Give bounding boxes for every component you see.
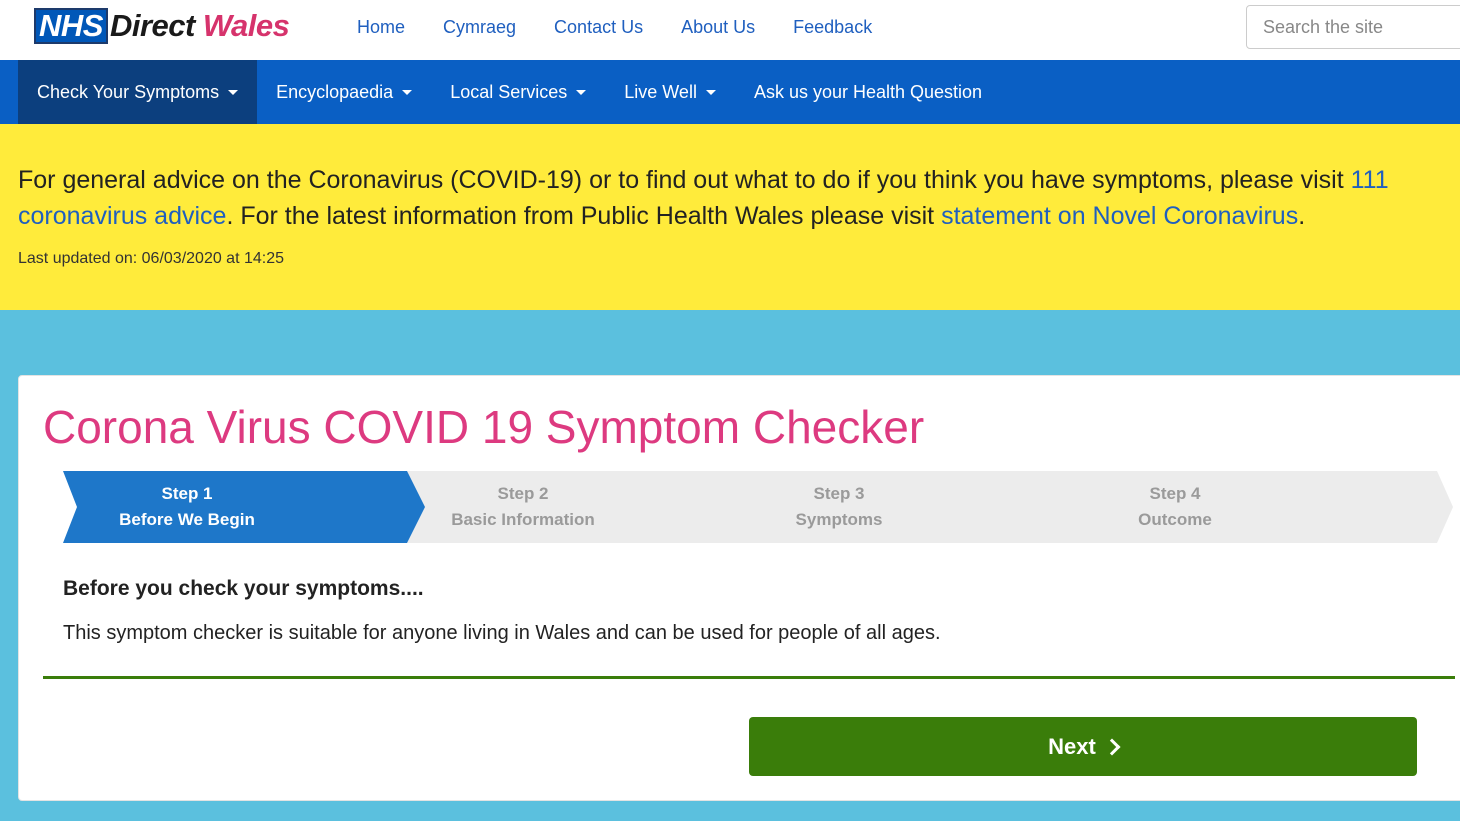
intro-text: This symptom checker is suitable for any… <box>63 622 941 644</box>
home-link[interactable]: Home <box>357 17 405 38</box>
step-name: Symptoms <box>795 510 883 529</box>
about-us-link[interactable]: About Us <box>681 17 755 38</box>
feedback-link[interactable]: Feedback <box>793 17 872 38</box>
step-name: Basic Information <box>451 510 595 529</box>
next-label: Next <box>1048 733 1096 759</box>
step-1: Step 1 Before We Begin <box>87 481 287 533</box>
step-number: Step 4 <box>1149 484 1201 503</box>
contact-us-link[interactable]: Contact Us <box>554 17 643 38</box>
nav-label: Ask us your Health Question <box>753 81 983 102</box>
alert-text-after: . <box>1298 202 1306 230</box>
nav-label: Live Well <box>624 81 697 102</box>
step-number: Step 3 <box>813 484 865 503</box>
novel-coronavirus-statement-link[interactable]: statement on Novel Coronavirus <box>941 202 1298 230</box>
nhs-direct-wales-logo[interactable]: NHS Direct Wales <box>34 8 290 44</box>
next-button[interactable]: Next <box>749 717 1417 776</box>
divider <box>43 676 1455 679</box>
nav-label: Local Services <box>450 81 568 102</box>
main-nav: Check Your Symptoms Encyclopaedia Local … <box>0 60 1460 124</box>
caret-down-icon <box>576 89 587 95</box>
alert-text-middle: . For the latest information from Public… <box>226 202 942 230</box>
nav-encyclopaedia[interactable]: Encyclopaedia <box>257 60 431 124</box>
nav-live-well[interactable]: Live Well <box>605 60 735 124</box>
chevron-right-icon <box>1103 738 1121 755</box>
alert-message: For general advice on the Coronavirus (C… <box>18 162 1442 234</box>
step-2: Step 2 Basic Information <box>423 481 623 533</box>
logo-direct: Direct <box>109 8 195 43</box>
top-links: Home Cymraeg Contact Us About Us Feedbac… <box>357 17 910 38</box>
nav-check-your-symptoms[interactable]: Check Your Symptoms <box>18 60 258 124</box>
cymraeg-link[interactable]: Cymraeg <box>443 17 516 38</box>
nav-label: Check Your Symptoms <box>37 81 220 102</box>
site-header: NHS Direct Wales Home Cymraeg Contact Us… <box>0 0 1460 60</box>
covid-alert-banner: For general advice on the Coronavirus (C… <box>0 124 1460 310</box>
alert-text-before: For general advice on the Coronavirus (C… <box>18 166 1351 194</box>
step-3: Step 3 Symptoms <box>739 481 939 533</box>
logo-wales: Wales <box>202 8 290 43</box>
last-updated: Last updated on: 06/03/2020 at 14:25 <box>18 250 285 267</box>
step-number: Step 2 <box>497 484 549 503</box>
symptom-checker-card: Corona Virus COVID 19 Symptom Checker St… <box>18 375 1460 801</box>
section-heading: Before you check your symptoms.... <box>63 577 424 600</box>
caret-down-icon <box>402 89 413 95</box>
nav-local-services[interactable]: Local Services <box>431 60 605 124</box>
step-name: Outcome <box>1138 510 1212 529</box>
nav-label: Encyclopaedia <box>276 81 394 102</box>
caret-down-icon <box>705 89 716 95</box>
page-title: Corona Virus COVID 19 Symptom Checker <box>43 401 925 453</box>
step-name: Before We Begin <box>119 510 255 529</box>
caret-down-icon <box>228 89 239 95</box>
step-number: Step 1 <box>161 484 213 503</box>
step-progress: Step 1 Before We Begin Step 2 Basic Info… <box>63 471 1453 543</box>
nav-ask-health-question[interactable]: Ask us your Health Question <box>735 60 1001 124</box>
step-4: Step 4 Outcome <box>1075 481 1275 533</box>
logo-nhs: NHS <box>34 8 108 44</box>
search-input[interactable] <box>1246 5 1460 49</box>
